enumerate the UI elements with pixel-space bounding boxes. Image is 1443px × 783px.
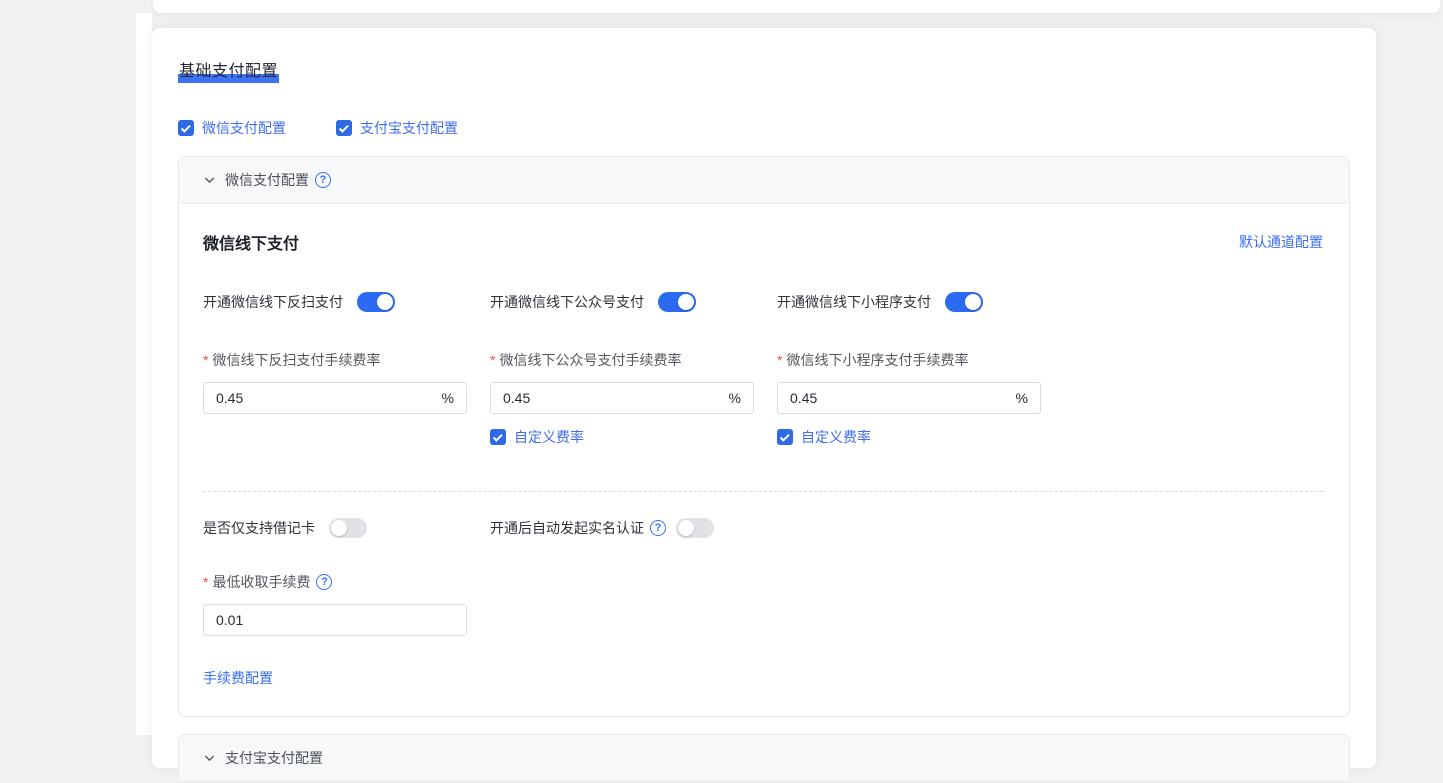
mini-program-rate-input[interactable] <box>790 390 1016 406</box>
toggle-label: 是否仅支持借记卡 <box>203 518 315 538</box>
alipay-config-checkbox[interactable]: 支付宝支付配置 <box>336 118 458 138</box>
official-account-switch[interactable] <box>658 292 696 312</box>
percent-suffix: % <box>729 390 741 406</box>
page-title: 基础支付配置 <box>178 57 1350 81</box>
toggle-cell-reverse-scan: 开通微信线下反扫支付 <box>203 292 467 312</box>
fee-config-link-row: 手续费配置 <box>203 668 1323 688</box>
checkbox-checked-icon <box>336 120 352 136</box>
reverse-scan-switch[interactable] <box>357 292 395 312</box>
alipay-panel-header[interactable]: 支付宝支付配置 <box>179 735 1349 782</box>
debit-only-switch[interactable] <box>329 518 367 538</box>
switch-knob <box>377 294 393 310</box>
chevron-down-icon <box>203 752 216 765</box>
checkbox-checked-icon <box>490 429 506 445</box>
min-fee-label-row: 最低收取手续费 ? <box>203 572 1323 592</box>
wechat-config-checkbox[interactable]: 微信支付配置 <box>178 118 286 138</box>
checkbox-label: 支付宝支付配置 <box>360 118 458 138</box>
help-icon[interactable]: ? <box>650 520 666 536</box>
offline-pay-section-header: 微信线下支付 默认通道配置 <box>203 230 1323 254</box>
field-label: 微信线下公众号支付手续费率 <box>490 350 754 370</box>
rate-input-wrap: % <box>777 382 1041 414</box>
checkbox-label: 自定义费率 <box>801 427 871 447</box>
page-title-text: 基础支付配置 <box>178 63 279 83</box>
help-icon[interactable]: ? <box>316 574 332 590</box>
realname-auth-switch[interactable] <box>676 518 714 538</box>
switch-knob <box>678 294 694 310</box>
toggle-cell-debit-only: 是否仅支持借记卡 <box>203 518 467 538</box>
switch-knob <box>331 520 347 536</box>
chevron-down-icon <box>203 174 216 187</box>
extra-toggle-row: 是否仅支持借记卡 开通后自动发起实名认证 ? <box>203 518 1323 538</box>
custom-rate-checkbox[interactable]: 自定义费率 <box>777 427 1041 447</box>
help-icon[interactable]: ? <box>315 172 331 188</box>
basic-payment-config-card: 基础支付配置 微信支付配置 支付宝支付配置 微信支付配置 ? 微信线下支付 默认… <box>152 28 1376 768</box>
percent-suffix: % <box>442 390 454 406</box>
toggle-label: 开通微信线下公众号支付 <box>490 292 644 312</box>
toggle-cell-realname-auth: 开通后自动发起实名认证 ? <box>490 518 754 538</box>
wechat-panel-header[interactable]: 微信支付配置 ? <box>179 157 1349 204</box>
toggle-cell-official-account: 开通微信线下公众号支付 <box>490 292 754 312</box>
min-fee-input-wrap <box>203 604 467 636</box>
dashed-divider <box>203 491 1323 492</box>
rate-fields-row: 微信线下反扫支付手续费率 % 微信线下公众号支付手续费率 % 自定义费率 <box>203 350 1323 447</box>
checkbox-checked-icon <box>777 429 793 445</box>
mini-program-switch[interactable] <box>945 292 983 312</box>
payment-type-checkbox-group: 微信支付配置 支付宝支付配置 <box>178 118 1350 138</box>
wechat-panel-body: 微信线下支付 默认通道配置 开通微信线下反扫支付 开通微信线下公众号支付 开通微… <box>179 230 1349 716</box>
pay-method-toggle-row: 开通微信线下反扫支付 开通微信线下公众号支付 开通微信线下小程序支付 <box>203 292 1323 312</box>
section-title: 微信线下支付 <box>203 230 299 254</box>
switch-knob <box>965 294 981 310</box>
panel-title: 支付宝支付配置 <box>225 748 323 768</box>
custom-rate-checkbox[interactable]: 自定义费率 <box>490 427 754 447</box>
checkbox-checked-icon <box>178 120 194 136</box>
sidebar-edge <box>136 13 152 735</box>
min-fee-input[interactable] <box>216 612 454 628</box>
alipay-pay-panel: 支付宝支付配置 <box>178 734 1350 783</box>
fee-config-link[interactable]: 手续费配置 <box>203 670 273 686</box>
field-label: 微信线下小程序支付手续费率 <box>777 350 1041 370</box>
panel-title: 微信支付配置 <box>225 170 309 190</box>
field-label: 最低收取手续费 <box>203 572 310 592</box>
previous-card-edge <box>153 0 1440 13</box>
wechat-pay-panel: 微信支付配置 ? 微信线下支付 默认通道配置 开通微信线下反扫支付 开通微信线下… <box>178 156 1350 717</box>
field-reverse-scan-rate: 微信线下反扫支付手续费率 % <box>203 350 467 447</box>
checkbox-label: 微信支付配置 <box>202 118 286 138</box>
toggle-label: 开通后自动发起实名认证 <box>490 518 644 538</box>
field-label: 微信线下反扫支付手续费率 <box>203 350 467 370</box>
percent-suffix: % <box>1016 390 1028 406</box>
reverse-scan-rate-input[interactable] <box>216 390 442 406</box>
switch-knob <box>678 520 694 536</box>
official-account-rate-input[interactable] <box>503 390 729 406</box>
field-official-account-rate: 微信线下公众号支付手续费率 % 自定义费率 <box>490 350 754 447</box>
checkbox-label: 自定义费率 <box>514 427 584 447</box>
toggle-label: 开通微信线下小程序支付 <box>777 292 931 312</box>
rate-input-wrap: % <box>203 382 467 414</box>
rate-input-wrap: % <box>490 382 754 414</box>
default-channel-config-link[interactable]: 默认通道配置 <box>1239 232 1323 252</box>
toggle-cell-mini-program: 开通微信线下小程序支付 <box>777 292 1041 312</box>
toggle-label: 开通微信线下反扫支付 <box>203 292 343 312</box>
field-mini-program-rate: 微信线下小程序支付手续费率 % 自定义费率 <box>777 350 1041 447</box>
